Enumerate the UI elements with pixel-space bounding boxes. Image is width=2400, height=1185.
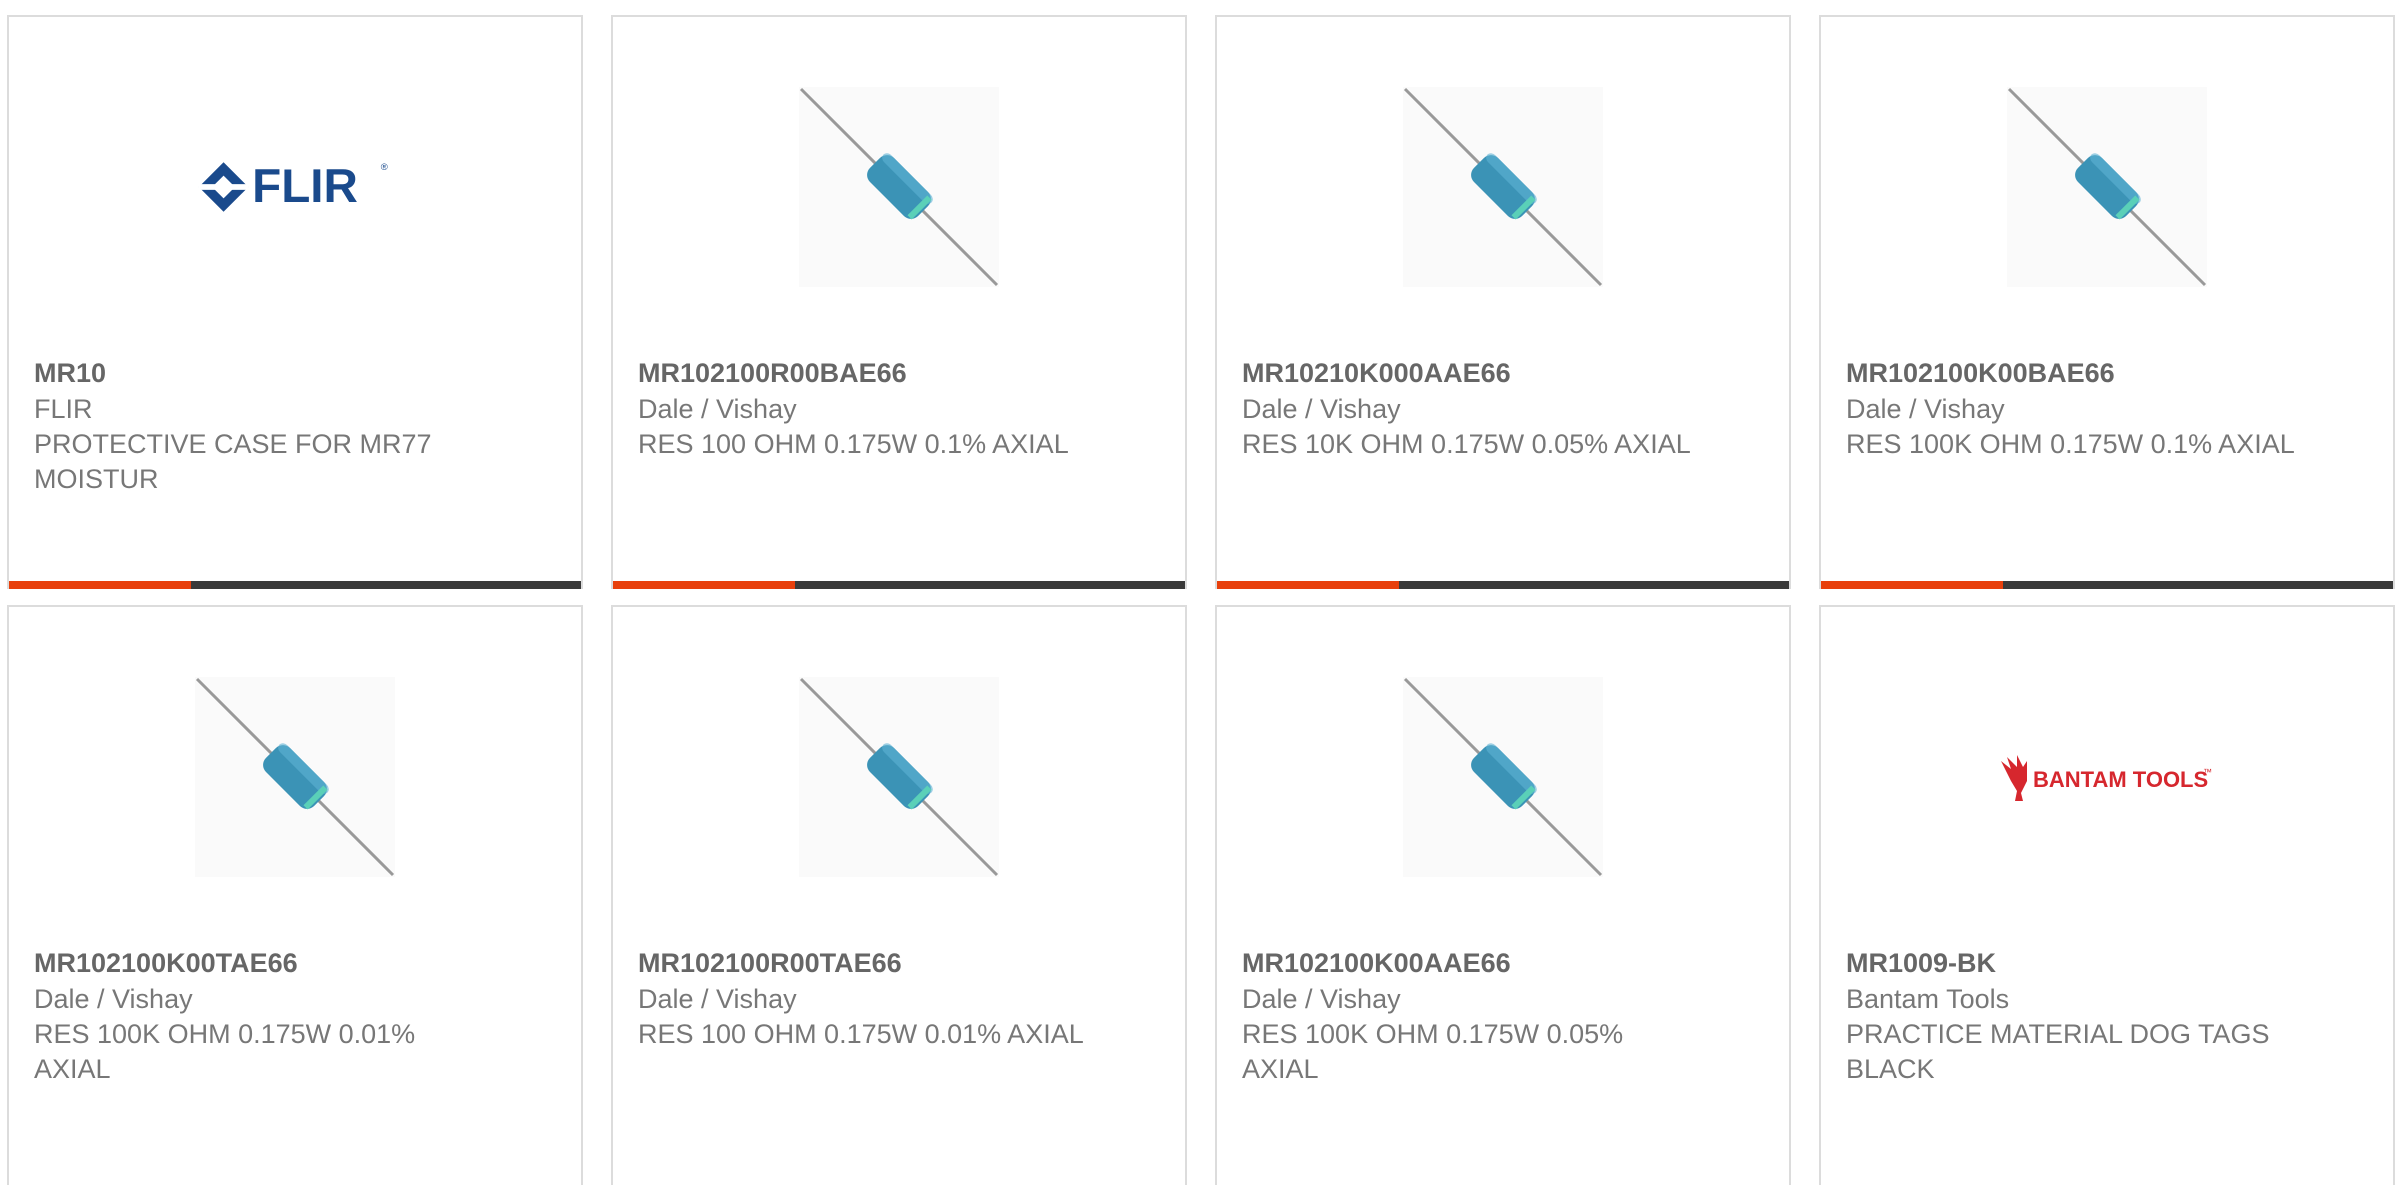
product-card[interactable]: MR102100K00BAE66 Dale / Vishay RES 100K … [1819, 15, 2395, 589]
product-image-axial-resistor[interactable] [799, 677, 999, 877]
product-card[interactable]: MR102100K00TAE66 Dale / Vishay RES 100K … [7, 605, 583, 1185]
product-grid: FLIR ® MR10 FLIR PROTECTIVE CASE FOR MR7… [0, 0, 2400, 1185]
manufacturer: Dale / Vishay [638, 394, 797, 424]
axial-resistor-icon [1403, 87, 1603, 287]
product-info: MR102100R00BAE66 Dale / Vishay RES 100 O… [638, 355, 1165, 462]
bantam-trademark: ™ [2203, 767, 2212, 777]
part-number[interactable]: MR102100R00TAE66 [638, 945, 1165, 981]
product-image-flir-logo[interactable]: FLIR ® [195, 87, 395, 287]
axial-resistor-icon [799, 677, 999, 877]
manufacturer: Dale / Vishay [1242, 984, 1401, 1014]
card-accent-segment [1821, 581, 2003, 589]
product-image-bantam-tools-logo[interactable]: BANTAM TOOLS ™ [1997, 677, 2217, 877]
product-card[interactable]: MR102100R00BAE66 Dale / Vishay RES 100 O… [611, 15, 1187, 589]
product-image-axial-resistor[interactable] [2007, 87, 2207, 287]
description: PRACTICE MATERIAL DOG TAGS BLACK [1846, 1019, 2270, 1084]
product-image-axial-resistor[interactable] [1403, 87, 1603, 287]
product-info: MR1009-BK Bantam Tools PRACTICE MATERIAL… [1846, 945, 2373, 1087]
card-accent-segment [9, 581, 191, 589]
description: RES 100 OHM 0.175W 0.01% AXIAL [638, 1019, 1084, 1049]
manufacturer: Dale / Vishay [638, 984, 797, 1014]
manufacturer: Dale / Vishay [1846, 394, 2005, 424]
part-number[interactable]: MR1009-BK [1846, 945, 2373, 981]
product-card[interactable]: MR102100R00TAE66 Dale / Vishay RES 100 O… [611, 605, 1187, 1185]
card-accent-bar [9, 581, 581, 589]
manufacturer: Dale / Vishay [1242, 394, 1401, 424]
description: RES 10K OHM 0.175W 0.05% AXIAL [1242, 429, 1691, 459]
axial-resistor-icon [2007, 87, 2207, 287]
flir-logo-icon: FLIR ® [198, 160, 388, 213]
part-number[interactable]: MR102100K00AAE66 [1242, 945, 1769, 981]
product-card[interactable]: BANTAM TOOLS ™ MR1009-BK Bantam Tools PR… [1819, 605, 2395, 1185]
axial-resistor-icon [799, 87, 999, 287]
product-info: MR102100K00BAE66 Dale / Vishay RES 100K … [1846, 355, 2373, 462]
flir-logo-text: FLIR [252, 160, 358, 213]
part-number[interactable]: MR102100K00BAE66 [1846, 355, 2373, 391]
card-accent-segment [1217, 581, 1399, 589]
bantam-logo-text: BANTAM TOOLS [2033, 767, 2208, 792]
manufacturer: FLIR [34, 394, 93, 424]
product-info: MR102100K00AAE66 Dale / Vishay RES 100K … [1242, 945, 1769, 1087]
description: RES 100 OHM 0.175W 0.1% AXIAL [638, 429, 1069, 459]
card-accent-bar [1821, 581, 2393, 589]
description: PROTECTIVE CASE FOR MR77 MOISTUR [34, 429, 432, 494]
product-card[interactable]: MR102100K00AAE66 Dale / Vishay RES 100K … [1215, 605, 1791, 1185]
card-accent-bar [1217, 581, 1789, 589]
card-accent-segment [613, 581, 795, 589]
part-number[interactable]: MR10 [34, 355, 561, 391]
product-card[interactable]: FLIR ® MR10 FLIR PROTECTIVE CASE FOR MR7… [7, 15, 583, 589]
description: RES 100K OHM 0.175W 0.1% AXIAL [1846, 429, 2295, 459]
product-image-axial-resistor[interactable] [195, 677, 395, 877]
description: RES 100K OHM 0.175W 0.01% AXIAL [34, 1019, 416, 1084]
manufacturer: Bantam Tools [1846, 984, 2010, 1014]
part-number[interactable]: MR10210K000AAE66 [1242, 355, 1769, 391]
card-accent-bar [613, 581, 1185, 589]
product-image-axial-resistor[interactable] [1403, 677, 1603, 877]
product-info: MR10210K000AAE66 Dale / Vishay RES 10K O… [1242, 355, 1769, 462]
axial-resistor-icon [1403, 677, 1603, 877]
part-number[interactable]: MR102100R00BAE66 [638, 355, 1165, 391]
manufacturer: Dale / Vishay [34, 984, 193, 1014]
product-info: MR102100K00TAE66 Dale / Vishay RES 100K … [34, 945, 561, 1087]
bantam-tools-logo-icon: BANTAM TOOLS ™ [2001, 755, 2212, 801]
product-image-axial-resistor[interactable] [799, 87, 999, 287]
product-card[interactable]: MR10210K000AAE66 Dale / Vishay RES 10K O… [1215, 15, 1791, 589]
part-number[interactable]: MR102100K00TAE66 [34, 945, 561, 981]
product-info: MR10 FLIR PROTECTIVE CASE FOR MR77 MOIST… [34, 355, 561, 497]
product-info: MR102100R00TAE66 Dale / Vishay RES 100 O… [638, 945, 1165, 1052]
description: RES 100K OHM 0.175W 0.05% AXIAL [1242, 1019, 1624, 1084]
axial-resistor-icon [195, 677, 395, 877]
flir-registered-mark: ® [381, 162, 388, 173]
